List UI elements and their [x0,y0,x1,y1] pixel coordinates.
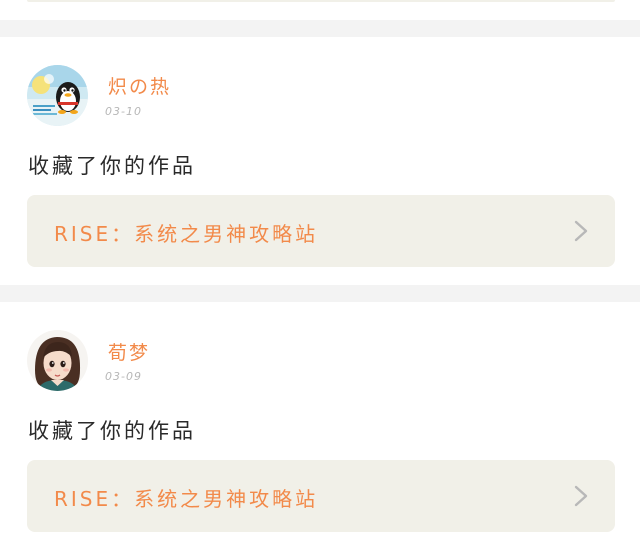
chevron-right-icon [574,220,588,242]
qq-penguin-avatar-image [27,65,88,126]
timestamp: 03-10 [105,105,142,118]
work-title: RISE：系统之男神攻略站 [54,222,319,246]
previous-feed-item [0,0,640,20]
previous-work-link-card[interactable] [27,0,615,2]
work-title: RISE：系统之男神攻略站 [54,487,319,511]
feed-item: 荀梦 03-09 收藏了你的作品 RISE：系统之男神攻略站 [0,302,640,536]
work-link-card[interactable]: RISE：系统之男神攻略站 [27,195,615,267]
activity-text: 收藏了你的作品 [28,154,196,178]
notification-feed: 炽の热 03-10 收藏了你的作品 RISE：系统之男神攻略站 荀梦 03-09… [0,0,640,536]
timestamp: 03-09 [105,370,142,383]
work-link-card[interactable]: RISE：系统之男神攻略站 [27,460,615,532]
illustrated-girl-avatar-image [27,330,88,391]
chevron-right-icon [574,485,588,507]
username[interactable]: 炽の热 [108,72,171,99]
feed-item: 炽の热 03-10 收藏了你的作品 RISE：系统之男神攻略站 [0,37,640,285]
avatar[interactable] [27,330,88,391]
activity-text: 收藏了你的作品 [28,419,196,443]
username[interactable]: 荀梦 [108,338,150,365]
avatar[interactable] [27,65,88,126]
